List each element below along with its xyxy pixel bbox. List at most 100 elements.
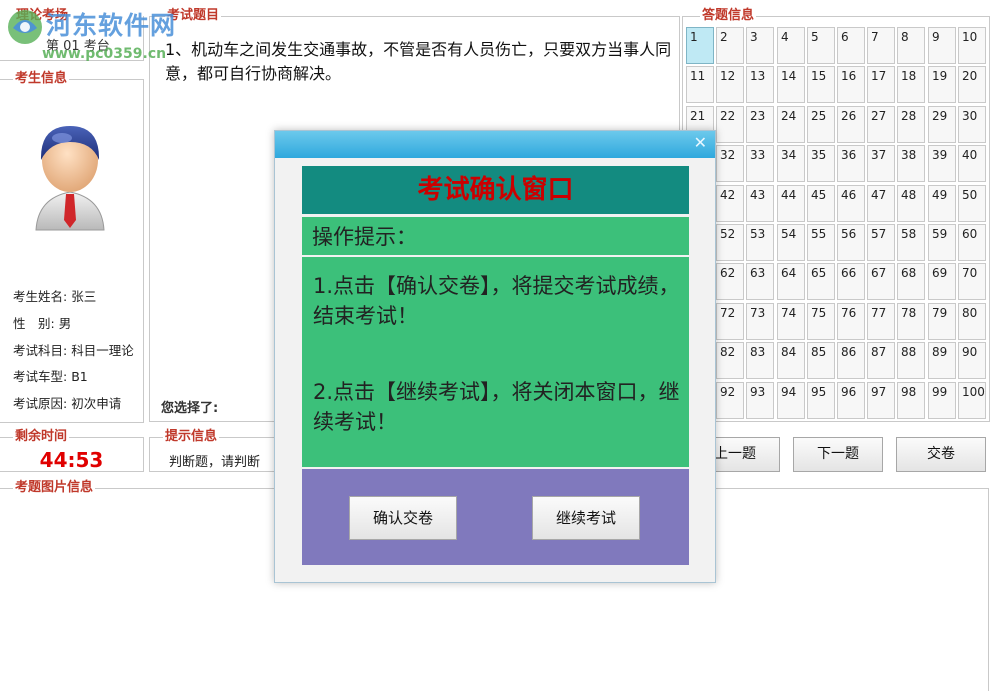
answer-cell-50[interactable]: 50 [958,185,986,222]
answer-cell-63[interactable]: 63 [746,263,774,300]
answer-cell-24[interactable]: 24 [777,106,805,143]
answer-cell-84[interactable]: 84 [777,342,805,379]
answer-cell-94[interactable]: 94 [777,382,805,419]
answer-cell-29[interactable]: 29 [928,106,956,143]
answer-cell-1[interactable]: 1 [686,27,714,64]
answer-cell-45[interactable]: 45 [807,185,835,222]
answer-cell-85[interactable]: 85 [807,342,835,379]
answer-cell-26[interactable]: 26 [837,106,865,143]
answer-cell-3[interactable]: 3 [746,27,774,64]
close-icon[interactable]: ✕ [694,134,707,152]
answer-cell-92[interactable]: 92 [716,382,744,419]
answer-cell-54[interactable]: 54 [777,224,805,261]
answer-cell-6[interactable]: 6 [837,27,865,64]
answer-cell-95[interactable]: 95 [807,382,835,419]
answer-cell-36[interactable]: 36 [837,145,865,182]
answer-cell-69[interactable]: 69 [928,263,956,300]
answer-cell-49[interactable]: 49 [928,185,956,222]
answer-cell-70[interactable]: 70 [958,263,986,300]
answer-cell-5[interactable]: 5 [807,27,835,64]
next-question-button[interactable]: 下一题 [793,437,883,472]
answer-cell-11[interactable]: 11 [686,66,714,103]
answer-cell-48[interactable]: 48 [897,185,925,222]
answer-cell-82[interactable]: 82 [716,342,744,379]
answer-cell-33[interactable]: 33 [746,145,774,182]
answer-cell-20[interactable]: 20 [958,66,986,103]
answer-cell-72[interactable]: 72 [716,303,744,340]
answer-cell-40[interactable]: 40 [958,145,986,182]
answer-cell-97[interactable]: 97 [867,382,895,419]
candidate-name-label: 考生姓名: [13,289,68,304]
answer-cell-10[interactable]: 10 [958,27,986,64]
hint-legend: 提示信息 [163,429,220,444]
answer-cell-53[interactable]: 53 [746,224,774,261]
answer-cell-56[interactable]: 56 [837,224,865,261]
answer-sheet-legend: 答题信息 [700,8,757,23]
submit-exam-button[interactable]: 交卷 [896,437,986,472]
answer-cell-57[interactable]: 57 [867,224,895,261]
answer-cell-73[interactable]: 73 [746,303,774,340]
answer-cell-68[interactable]: 68 [897,263,925,300]
answer-cell-55[interactable]: 55 [807,224,835,261]
answer-cell-78[interactable]: 78 [897,303,925,340]
answer-cell-100[interactable]: 100 [958,382,986,419]
answer-cell-19[interactable]: 19 [928,66,956,103]
answer-cell-7[interactable]: 7 [867,27,895,64]
answer-cell-64[interactable]: 64 [777,263,805,300]
answer-cell-58[interactable]: 58 [897,224,925,261]
answer-cell-83[interactable]: 83 [746,342,774,379]
answer-cell-30[interactable]: 30 [958,106,986,143]
answer-cell-76[interactable]: 76 [837,303,865,340]
answer-cell-18[interactable]: 18 [897,66,925,103]
answer-cell-46[interactable]: 46 [837,185,865,222]
answer-cell-75[interactable]: 75 [807,303,835,340]
answer-cell-60[interactable]: 60 [958,224,986,261]
answer-cell-47[interactable]: 47 [867,185,895,222]
answer-cell-22[interactable]: 22 [716,106,744,143]
confirm-submit-button[interactable]: 确认交卷 [349,496,457,540]
answer-cell-98[interactable]: 98 [897,382,925,419]
answer-cell-25[interactable]: 25 [807,106,835,143]
answer-cell-79[interactable]: 79 [928,303,956,340]
answer-cell-13[interactable]: 13 [746,66,774,103]
answer-cell-4[interactable]: 4 [777,27,805,64]
answer-cell-32[interactable]: 32 [716,145,744,182]
answer-cell-62[interactable]: 62 [716,263,744,300]
answer-cell-90[interactable]: 90 [958,342,986,379]
answer-cell-27[interactable]: 27 [867,106,895,143]
answer-cell-12[interactable]: 12 [716,66,744,103]
answer-cell-99[interactable]: 99 [928,382,956,419]
answer-cell-67[interactable]: 67 [867,263,895,300]
answer-cell-38[interactable]: 38 [897,145,925,182]
answer-cell-43[interactable]: 43 [746,185,774,222]
answer-cell-42[interactable]: 42 [716,185,744,222]
answer-cell-39[interactable]: 39 [928,145,956,182]
answer-cell-35[interactable]: 35 [807,145,835,182]
answer-cell-16[interactable]: 16 [837,66,865,103]
answer-cell-74[interactable]: 74 [777,303,805,340]
answer-cell-87[interactable]: 87 [867,342,895,379]
answer-cell-37[interactable]: 37 [867,145,895,182]
answer-cell-96[interactable]: 96 [837,382,865,419]
answer-cell-65[interactable]: 65 [807,263,835,300]
answer-cell-59[interactable]: 59 [928,224,956,261]
answer-cell-23[interactable]: 23 [746,106,774,143]
answer-cell-77[interactable]: 77 [867,303,895,340]
answer-cell-86[interactable]: 86 [837,342,865,379]
answer-cell-14[interactable]: 14 [777,66,805,103]
answer-cell-15[interactable]: 15 [807,66,835,103]
answer-cell-17[interactable]: 17 [867,66,895,103]
answer-cell-2[interactable]: 2 [716,27,744,64]
continue-exam-button[interactable]: 继续考试 [532,496,640,540]
answer-cell-52[interactable]: 52 [716,224,744,261]
answer-cell-93[interactable]: 93 [746,382,774,419]
answer-cell-9[interactable]: 9 [928,27,956,64]
answer-cell-89[interactable]: 89 [928,342,956,379]
answer-cell-66[interactable]: 66 [837,263,865,300]
answer-cell-88[interactable]: 88 [897,342,925,379]
answer-cell-44[interactable]: 44 [777,185,805,222]
answer-cell-8[interactable]: 8 [897,27,925,64]
answer-cell-80[interactable]: 80 [958,303,986,340]
answer-cell-28[interactable]: 28 [897,106,925,143]
answer-cell-34[interactable]: 34 [777,145,805,182]
